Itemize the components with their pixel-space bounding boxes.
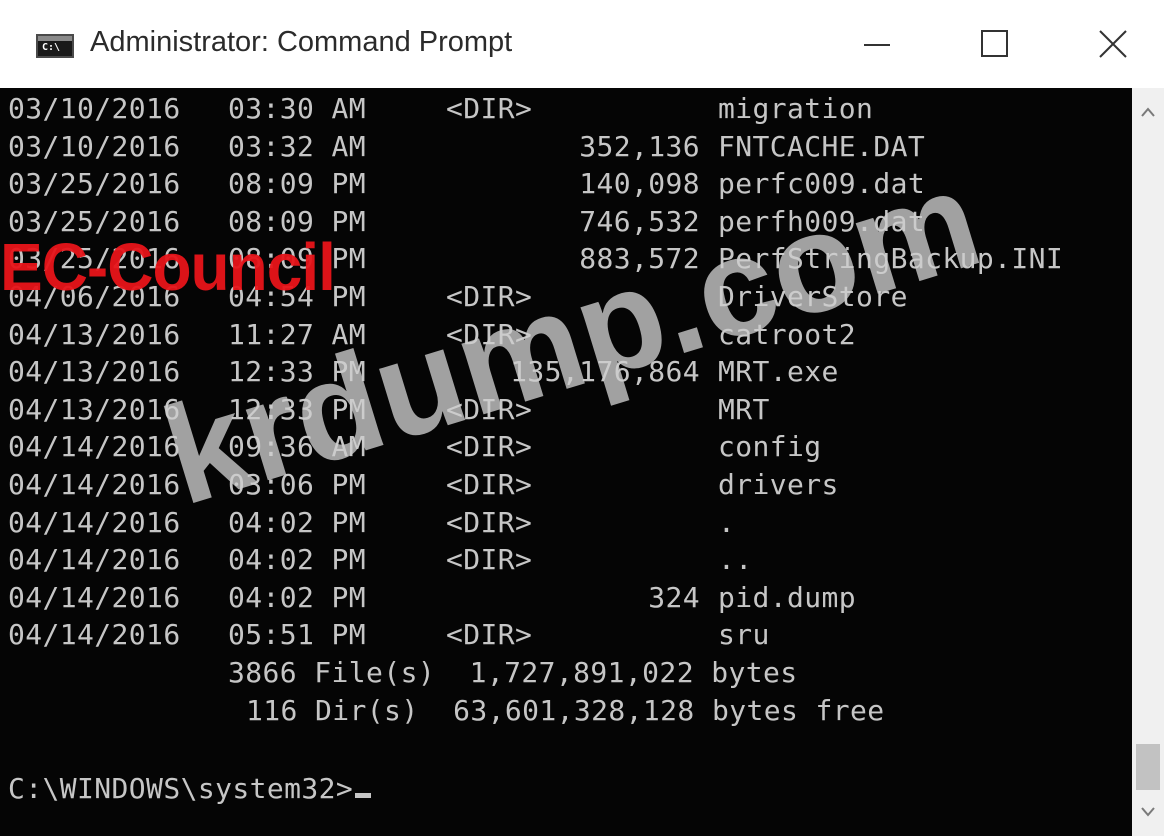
row-name: config	[718, 430, 822, 464]
row-name: sru	[718, 618, 770, 652]
row-date: 04/14/2016	[8, 580, 181, 614]
row-name: drivers	[718, 468, 839, 501]
row-time: 08:09 PM	[228, 167, 367, 201]
row-date: 04/14/2016	[8, 543, 181, 577]
dir-listing-row: 03/10/2016 03:30 AM <DIR> migration	[8, 90, 1128, 128]
maximize-icon	[981, 30, 1008, 57]
row-time: 05:51 PM	[228, 618, 367, 652]
dir-listing-row: 04/14/2016 04:02 PM 324 pid.dump	[8, 579, 1128, 617]
minimize-button[interactable]	[842, 14, 912, 74]
title-bar[interactable]: C:\ Administrator: Command Prompt	[0, 0, 1164, 88]
row-size: 324	[648, 580, 700, 614]
row-time: 04:02 PM	[228, 580, 367, 614]
scroll-down-arrow-icon	[1141, 807, 1155, 817]
scroll-down-button[interactable]	[1132, 794, 1164, 828]
text-cursor	[355, 793, 372, 798]
command-prompt-line[interactable]: C:\WINDOWS\system32>	[8, 770, 372, 808]
prompt-path: C:\WINDOWS\system32>	[8, 772, 354, 805]
scroll-up-button[interactable]	[1132, 96, 1164, 130]
row-date: 04/14/2016	[8, 505, 181, 539]
dir-listing-row: 03/10/2016 03:32 AM 352,136 FNTCACHE.DAT	[8, 128, 1128, 166]
row-name: ..	[718, 543, 753, 577]
row-date: 04/14/2016	[8, 618, 181, 652]
brand-watermark: EC-Council	[0, 229, 336, 305]
row-name: pid.dump	[718, 580, 857, 614]
close-button[interactable]	[1078, 14, 1148, 74]
row-time: 03:32 AM	[228, 129, 367, 163]
console-app-icon: C:\	[36, 34, 74, 58]
vertical-scrollbar[interactable]	[1132, 88, 1164, 836]
row-time: 03:30 AM	[228, 92, 367, 125]
row-date: 04/14/2016	[8, 430, 181, 464]
files-summary: 3866 File(s) 1,727,891,022 bytes	[228, 656, 798, 689]
maximize-button[interactable]	[960, 14, 1030, 74]
row-date: 04/13/2016	[8, 317, 181, 351]
row-time: 04:02 PM	[228, 543, 367, 577]
row-date: 03/10/2016	[8, 129, 181, 163]
scroll-thumb[interactable]	[1136, 744, 1160, 790]
row-name: migration	[718, 92, 874, 125]
minimize-icon	[864, 44, 890, 46]
close-icon	[1099, 30, 1127, 58]
dir-listing-row: 04/14/2016 04:02 PM <DIR>..	[8, 541, 1128, 579]
row-date: 03/10/2016	[8, 92, 181, 125]
row-date: 03/25/2016	[8, 167, 181, 201]
scroll-up-arrow-icon	[1141, 107, 1155, 117]
row-name: .	[718, 505, 736, 539]
row-size: 352,136	[579, 129, 700, 163]
window-title: Administrator: Command Prompt	[90, 26, 513, 58]
dir-listing-row: 04/14/2016 04:02 PM <DIR>.	[8, 504, 1128, 542]
dir-listing-row: 04/14/2016 05:51 PM <DIR> sru	[8, 616, 1128, 654]
row-date: 04/14/2016	[8, 468, 181, 501]
row-size: 140,098	[579, 167, 700, 201]
command-prompt-window: C:\ Administrator: Command Prompt 03/10/…	[0, 0, 1164, 836]
row-name: MRT	[718, 392, 770, 426]
dirs-summary: 116 Dir(s) 63,601,328,128 bytes free	[246, 693, 885, 727]
